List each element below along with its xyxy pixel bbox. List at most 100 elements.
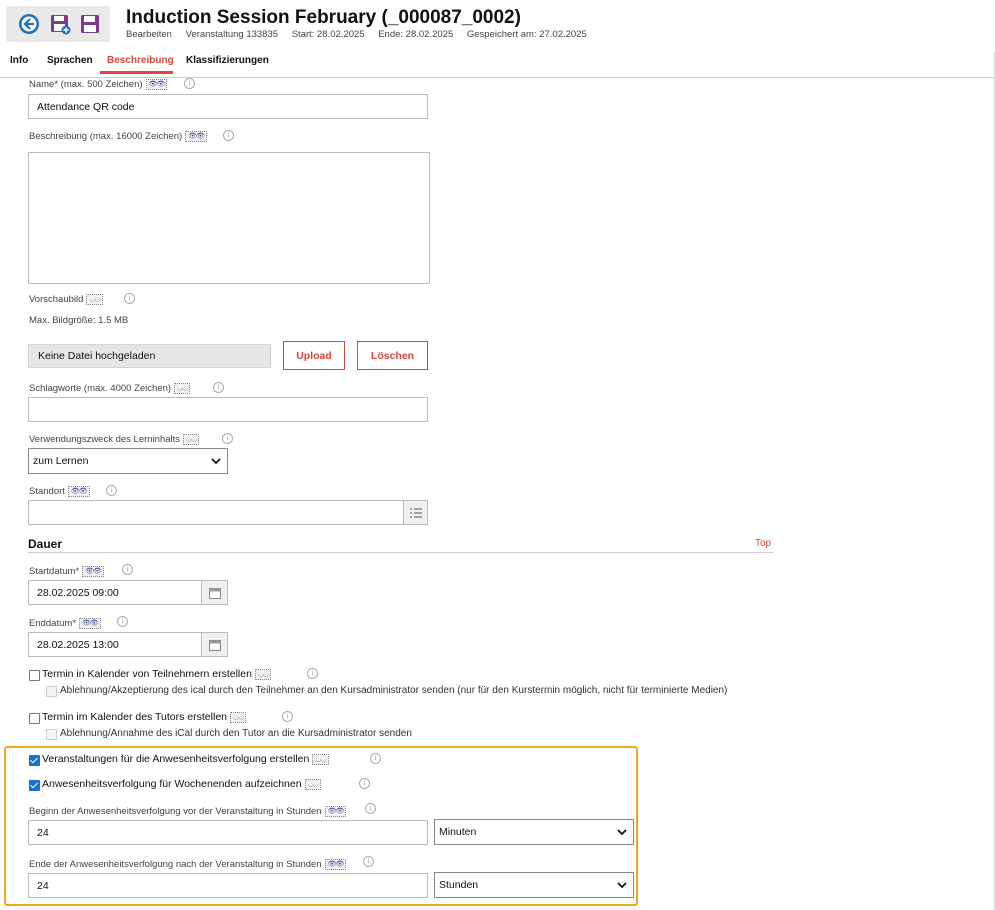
attendance-weekend-checkbox[interactable] [29,780,40,791]
visibility-icon[interactable]: 👁👁 [145,79,168,90]
meta-event-id: Veranstaltung 133835 [185,29,279,40]
visibility-off-icon[interactable]: ◡◡ [304,778,321,790]
vorschaubild-label-text: Vorschaubild [29,294,84,305]
name-label: Name* (max. 500 Zeichen) 👁👁 [29,79,168,90]
name-input[interactable]: Attendance QR code [28,94,428,119]
meta-saved: Gespeichert am: 27.02.2025 [466,29,587,40]
info-icon[interactable]: i [222,433,233,444]
begin-tracking-input[interactable]: 24 [28,820,428,845]
chevron-down-icon [617,829,627,836]
info-icon[interactable]: i [213,382,224,393]
startdatum-label-text: Startdatum* [29,566,80,577]
info-icon[interactable]: i [106,485,117,496]
verwendung-label: Verwendungszweck des Lerninhalts ◡◡ [29,434,200,445]
page-meta: Bearbeiten Veranstaltung 133835 Start: 2… [126,29,598,40]
visibility-off-icon[interactable]: ◡◡ [312,753,329,765]
calendar-participants-checkbox[interactable] [29,670,40,681]
standort-label-text: Standort [29,486,65,497]
attendance-events-label: Veranstaltungen für die Anwesenheitsverf… [42,753,329,765]
begin-tracking-unit-value: Minuten [439,826,477,838]
standort-label: Standort 👁👁 [29,486,90,497]
page-title: Induction Session February (_000087_0002… [126,7,521,28]
visibility-off-icon[interactable]: ◡◡ [86,294,103,305]
participants-ical-checkbox[interactable] [46,686,57,697]
name-label-text: Name* (max. 500 Zeichen) [29,79,143,90]
visibility-off-icon[interactable]: ◡◡ [254,668,272,680]
calendar-tutor-label: Termin im Kalender des Tutors erstellen ◡… [42,711,247,723]
list-icon [410,508,422,518]
meta-start: Start: 28.02.2025 [291,29,365,40]
tab-info[interactable]: Info [10,55,28,66]
info-icon[interactable]: i [117,616,128,627]
begin-tracking-label: Beginn der Anwesenheitsverfolgung vor de… [29,806,347,817]
visibility-off-icon[interactable]: ◡◡ [230,711,247,723]
info-icon[interactable]: i [124,293,135,304]
chevron-down-icon [211,458,221,465]
schlagworte-label-text: Schlagworte (max. 4000 Zeichen) [29,383,172,394]
end-tracking-unit-value: Stunden [439,879,479,891]
begin-tracking-unit-select[interactable]: Minuten [434,819,634,845]
info-icon[interactable]: i [223,130,234,141]
participants-ical-label: Ablehnung/Akzeptierung des ical durch de… [60,685,728,696]
tab-beschreibung[interactable]: Beschreibung [107,55,174,66]
section-heading-dauer: Dauer [28,537,63,551]
calendar-tutor-checkbox[interactable] [29,713,40,724]
tutor-ical-label: Ablehnung/Annahme des iCal durch den Tut… [60,728,412,739]
calendar-button[interactable] [201,580,228,605]
visibility-icon[interactable]: 👁👁 [79,618,101,629]
delete-button[interactable]: Löschen [357,341,428,370]
visibility-icon[interactable]: 👁👁 [324,806,347,817]
beschreibung-label-text: Beschreibung (max. 16000 Zeichen) [29,131,183,142]
end-tracking-label-text: Ende der Anwesenheitsverfolgung nach der… [29,859,322,870]
beschreibung-textarea[interactable] [28,152,430,284]
enddatum-label-text: Enddatum* [29,618,77,629]
startdatum-input[interactable]: 28.02.2025 09:00 [28,580,202,605]
end-tracking-unit-select[interactable]: Stunden [434,872,634,898]
info-icon[interactable]: i [359,778,370,789]
save-new-icon[interactable] [48,12,72,36]
startdatum-label: Startdatum* 👁👁 [29,566,104,577]
info-icon[interactable]: i [282,711,293,722]
tutor-ical-checkbox[interactable] [46,729,57,740]
calendar-participants-text: Termin in Kalender von Teilnehmern erste… [42,668,252,680]
attendance-events-checkbox[interactable] [29,755,40,766]
active-tab-indicator [100,71,173,74]
no-file-field: Keine Datei hochgeladen [28,344,271,368]
standort-input[interactable] [28,500,404,525]
info-icon[interactable]: i [365,803,376,814]
info-icon[interactable]: i [363,856,374,867]
tab-klassifizierungen[interactable]: Klassifizierungen [186,55,269,66]
info-icon[interactable]: i [122,564,133,575]
info-icon[interactable]: i [370,753,381,764]
visibility-icon[interactable]: 👁👁 [82,566,104,577]
verwendung-label-text: Verwendungszweck des Lerninhalts [29,434,181,445]
list-picker-button[interactable] [403,500,428,525]
tab-sprachen[interactable]: Sprachen [47,55,93,66]
attendance-weekend-label: Anwesenheitsverfolgung für Wochenenden a… [42,778,321,790]
schlagworte-label: Schlagworte (max. 4000 Zeichen) ◡◡ [29,383,191,394]
calendar-icon [209,588,221,599]
end-tracking-input[interactable]: 24 [28,873,428,898]
schlagworte-input[interactable] [28,397,428,422]
info-icon[interactable]: i [307,668,318,679]
visibility-off-icon[interactable]: ◡◡ [183,434,200,445]
meta-mode: Bearbeiten [126,29,172,40]
back-icon[interactable] [17,12,41,36]
calendar-participants-label: Termin in Kalender von Teilnehmern erste… [42,668,272,680]
enddatum-input[interactable]: 28.02.2025 13:00 [28,632,202,657]
top-link[interactable]: Top [755,538,771,549]
visibility-off-icon[interactable]: ◡◡ [174,383,191,394]
visibility-icon[interactable]: 👁👁 [67,486,90,497]
attendance-weekend-text: Anwesenheitsverfolgung für Wochenenden a… [42,778,302,790]
vorschaubild-label: Vorschaubild ◡◡ [29,294,103,305]
calendar-icon [209,640,221,651]
calendar-button[interactable] [201,632,228,657]
info-icon[interactable]: i [184,78,195,89]
meta-end: Ende: 28.02.2025 [378,29,454,40]
save-icon[interactable] [78,12,102,36]
visibility-icon[interactable]: 👁👁 [324,859,347,870]
visibility-icon[interactable]: 👁👁 [185,131,207,142]
upload-button[interactable]: Upload [283,341,345,370]
verwendung-select[interactable]: zum Lernen [28,448,228,474]
toolbar [6,6,110,42]
